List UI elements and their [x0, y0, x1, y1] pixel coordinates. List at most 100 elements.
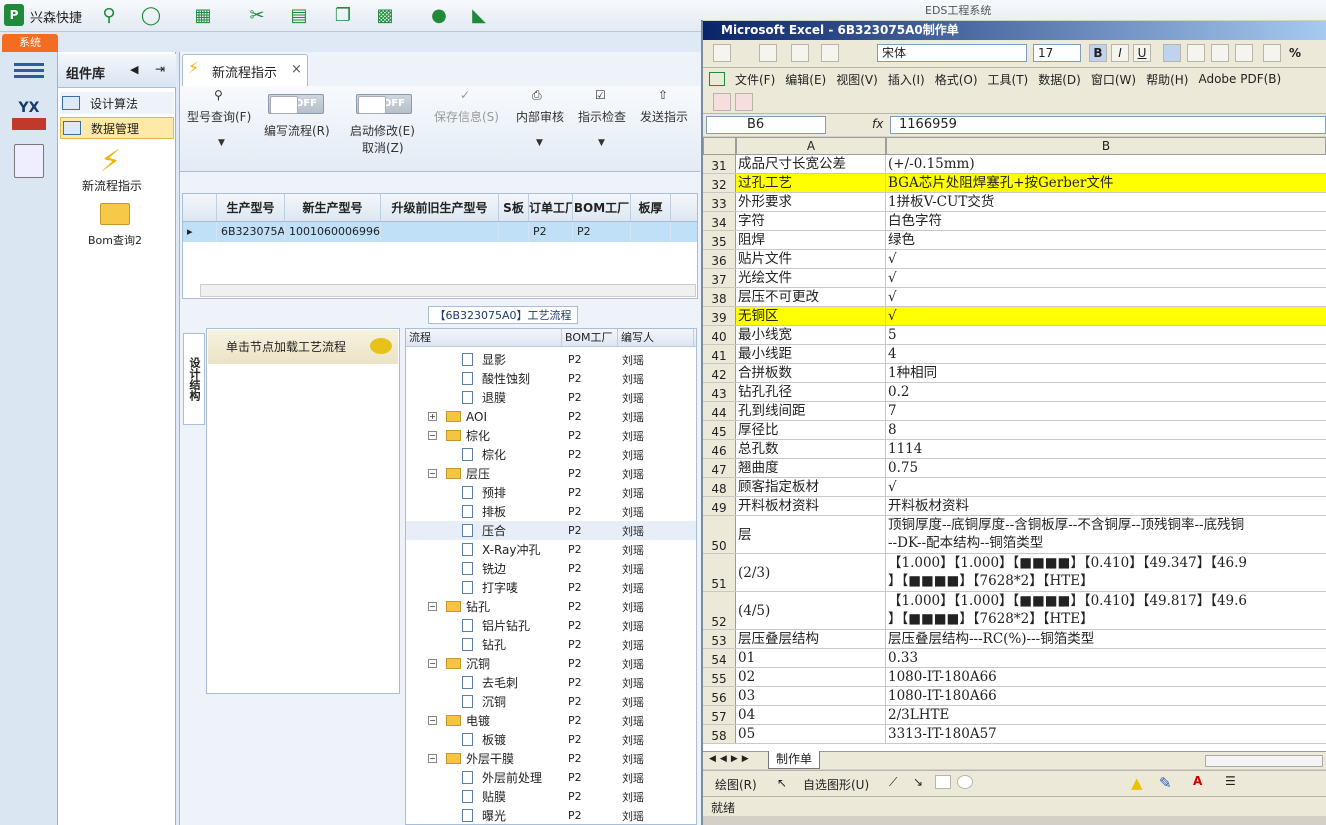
cell-a[interactable]: 最小线宽	[736, 326, 886, 344]
cell-b[interactable]: √	[886, 307, 1326, 325]
cell-b[interactable]: 顶铜厚度--底铜厚度--含铜板厚--不含铜厚--顶残铜率--底残铜 --DK--配…	[886, 516, 1326, 553]
search-icon[interactable]: ⚲	[96, 4, 122, 26]
row-number[interactable]: 37	[703, 269, 736, 287]
pin-icon[interactable]: ⇥	[155, 62, 165, 76]
cell-b[interactable]: 白色字符	[886, 212, 1326, 230]
menu-item[interactable]: 视图(V)	[836, 71, 878, 88]
cell-a[interactable]: 合拼板数	[736, 364, 886, 382]
chevron-down-icon[interactable]: ▼	[218, 138, 225, 148]
collapse-icon[interactable]: −	[428, 754, 437, 763]
model-query-button[interactable]: 型号查询(F)	[187, 108, 251, 125]
menu-item[interactable]: 帮助(H)	[1146, 71, 1188, 88]
tree-node[interactable]: 铝片钻孔 P2 刘瑶	[406, 616, 696, 635]
row-number[interactable]: 51	[703, 554, 736, 591]
tool-new-flow-label[interactable]: 新流程指示	[82, 177, 142, 194]
cell-b[interactable]: 1080-IT-180A66	[886, 687, 1326, 705]
close-icon[interactable]: ×	[291, 62, 302, 77]
row-number[interactable]: 48	[703, 478, 736, 496]
cell-a[interactable]: 层压叠层结构	[736, 630, 886, 648]
draw-menu-button[interactable]: 绘图(R)	[715, 776, 757, 793]
row-number[interactable]: 41	[703, 345, 736, 363]
menu-item[interactable]: 插入(I)	[888, 71, 925, 88]
redo-icon[interactable]	[821, 44, 839, 62]
bold-icon[interactable]: B	[1089, 44, 1107, 62]
cell-b[interactable]: √	[886, 269, 1326, 287]
collapse-icon[interactable]: −	[428, 659, 437, 668]
collapse-icon[interactable]: −	[428, 602, 437, 611]
cell-a[interactable]: 02	[736, 668, 886, 686]
cancel-button[interactable]: 取消(Z)	[362, 139, 404, 156]
cell-a[interactable]: 无铜区	[736, 307, 886, 325]
cell-b[interactable]: 1080-IT-180A66	[886, 668, 1326, 686]
tree-node[interactable]: − 棕化 P2 刘瑶	[406, 426, 696, 445]
lightning-icon[interactable]: ⚡	[100, 144, 121, 179]
cell-b[interactable]: 0.2	[886, 383, 1326, 401]
undo-icon[interactable]	[791, 44, 809, 62]
tree-node[interactable]: 预排 P2 刘瑶	[406, 483, 696, 502]
cell-a[interactable]: 翘曲度	[736, 459, 886, 477]
font-color-icon[interactable]: A	[1193, 774, 1202, 788]
cell-b[interactable]: 0.75	[886, 459, 1326, 477]
grid-cell[interactable]	[631, 222, 671, 242]
row-number[interactable]: 55	[703, 668, 736, 686]
tree-node[interactable]: 外层前处理 P2 刘瑶	[406, 768, 696, 787]
cell-a[interactable]: 总孔数	[736, 440, 886, 458]
tree-node[interactable]: − 外层干膜 P2 刘瑶	[406, 749, 696, 768]
grid-cell[interactable]: 6B323075A0	[217, 222, 285, 242]
row-number[interactable]: 38	[703, 288, 736, 306]
copy-icon[interactable]: ❐	[330, 4, 356, 26]
cell-b[interactable]: 8	[886, 421, 1326, 439]
collapse-icon[interactable]: −	[428, 469, 437, 478]
row-number[interactable]: 49	[703, 497, 736, 515]
grid-cell[interactable]	[499, 222, 529, 242]
tree-node[interactable]: 曝光 P2 刘瑶	[406, 806, 696, 825]
cell-b[interactable]: 1114	[886, 440, 1326, 458]
cell-b[interactable]: 1种相同	[886, 364, 1326, 382]
cell-a[interactable]: 最小线距	[736, 345, 886, 363]
cell-b[interactable]: √	[886, 250, 1326, 268]
menu-item[interactable]: 窗口(W)	[1091, 71, 1136, 88]
collapse-left-icon[interactable]: ◀	[130, 63, 138, 76]
cell-a[interactable]: 字符	[736, 212, 886, 230]
cell-a[interactable]: 开料板材资料	[736, 497, 886, 515]
edit-flow-toggle[interactable]: OFF	[268, 94, 324, 114]
row-number[interactable]: 36	[703, 250, 736, 268]
row-number[interactable]: 45	[703, 421, 736, 439]
tree-node[interactable]: 铣边 P2 刘瑶	[406, 559, 696, 578]
instruction-check-button[interactable]: 指示检查	[578, 108, 626, 125]
row-number[interactable]: 53	[703, 630, 736, 648]
name-box[interactable]: B6	[706, 116, 826, 134]
cell-a[interactable]: 厚径比	[736, 421, 886, 439]
row-number[interactable]: 47	[703, 459, 736, 477]
align-left-icon[interactable]	[1163, 44, 1181, 62]
tree-node[interactable]: 退膜 P2 刘瑶	[406, 388, 696, 407]
menu-item[interactable]: 工具(T)	[988, 71, 1029, 88]
percent-icon[interactable]: %	[1289, 46, 1301, 60]
italic-icon[interactable]: I	[1111, 44, 1129, 62]
cell-a[interactable]: 04	[736, 706, 886, 724]
table-icon[interactable]: ▦	[190, 4, 216, 26]
grid-col-header[interactable]: 新生产型号	[285, 194, 381, 221]
cell-b[interactable]: 【1.000】【1.000】【■■■■】【0.410】【49.817】【49.6…	[886, 592, 1326, 629]
tree-node[interactable]: 显影 P2 刘瑶	[406, 350, 696, 369]
tree-col-header[interactable]: BOM工厂	[562, 329, 618, 346]
cell-a[interactable]: 贴片文件	[736, 250, 886, 268]
cell-b[interactable]: 开料板材资料	[886, 497, 1326, 515]
grid-cell[interactable]: P2	[529, 222, 573, 242]
pdf-convert-icon[interactable]	[735, 93, 753, 111]
pdf-icon[interactable]	[713, 93, 731, 111]
grid-cell[interactable]: 10010600069969	[285, 222, 381, 242]
grid-icon[interactable]: ▩	[372, 4, 398, 26]
line-color-icon[interactable]: ✎	[1159, 774, 1172, 792]
sheet-nav-arrows-icon[interactable]: ◀◀▶▶	[709, 754, 753, 764]
cell-a[interactable]: 成品尺寸长宽公差	[736, 155, 886, 173]
tree-node[interactable]: − 层压 P2 刘瑶	[406, 464, 696, 483]
yx-factory-icon[interactable]: YX	[12, 100, 46, 134]
start-modify-toggle[interactable]: OFF	[356, 94, 412, 114]
cell-b[interactable]: BGA芯片处阻焊塞孔+按Gerber文件	[886, 174, 1326, 192]
fill-color-icon[interactable]: ▲	[1131, 774, 1143, 792]
row-number[interactable]: 52	[703, 592, 736, 629]
line-icon[interactable]: ⟋	[889, 775, 897, 790]
cell-a[interactable]: 阻焊	[736, 231, 886, 249]
expand-icon[interactable]: +	[428, 412, 437, 421]
